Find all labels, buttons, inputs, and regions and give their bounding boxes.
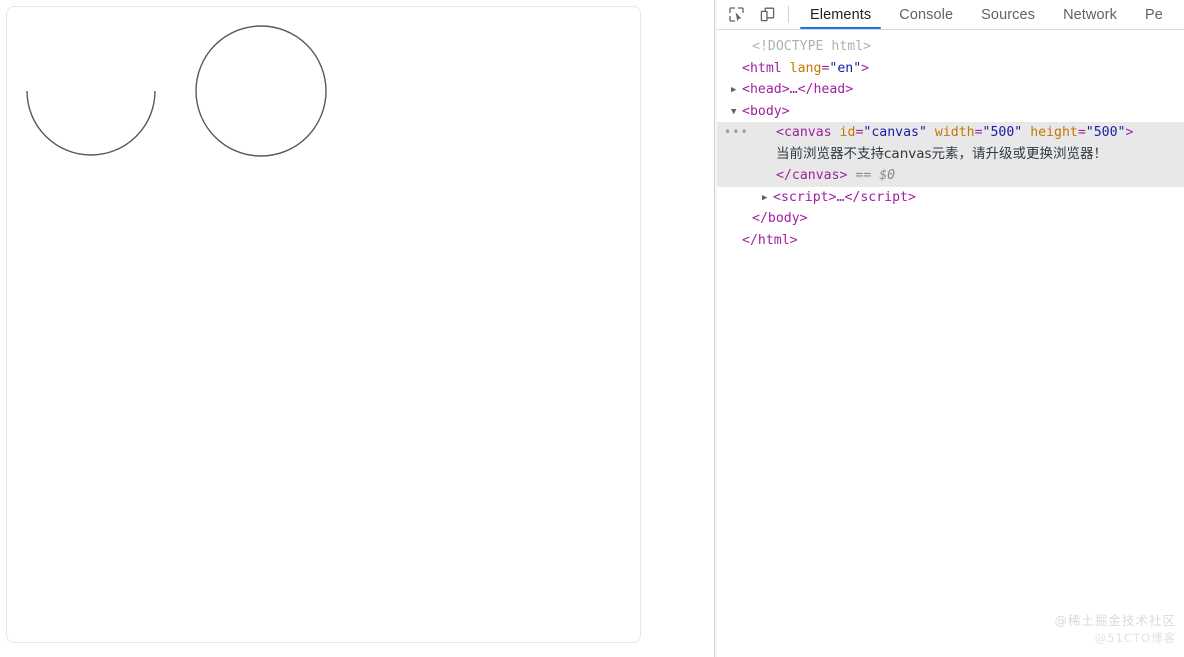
html-open-lt: < — [742, 60, 750, 76]
tab-console-label: Console — [899, 7, 954, 23]
canvas-width-eq: = — [974, 125, 983, 140]
canvas-tag-name: canvas — [783, 125, 832, 140]
canvas-id-attr: id — [839, 125, 856, 140]
tab-sources[interactable]: Sources — [967, 0, 1049, 29]
tab-sources-label: Sources — [981, 7, 1036, 23]
canvas-drawing — [26, 25, 327, 157]
app-root: Elements Console Sources Network Pe ▶<!D… — [0, 0, 1184, 657]
panel-divider[interactable] — [714, 0, 715, 657]
chevron-down-icon[interactable]: ▼ — [731, 102, 742, 124]
dom-line-html-close[interactable]: ▶</html> — [717, 230, 1184, 252]
html-lang-value: "en" — [829, 60, 862, 76]
node-badge-dots[interactable]: ••• — [724, 122, 749, 144]
dom-line-doctype[interactable]: ▶<!DOCTYPE html> — [717, 36, 1184, 58]
full-circle-shape — [195, 25, 327, 157]
page-render-area — [0, 0, 715, 657]
html-tag-name: html — [749, 60, 782, 76]
tab-performance-label: Pe — [1144, 7, 1163, 23]
canvas-width-value: "500" — [982, 125, 1023, 140]
doctype-text: <!DOCTYPE html> — [752, 39, 872, 54]
dom-line-canvas-close[interactable]: ▶</canvas> == $0 — [717, 165, 1184, 187]
semicircle-arc-shape — [26, 90, 156, 156]
html-open-gt: > — [861, 60, 870, 76]
devtools-toolbar: Elements Console Sources Network Pe — [717, 0, 1184, 30]
dom-line-body-open[interactable]: ▼ <body> — [717, 101, 1184, 123]
dom-line-canvas-open[interactable]: ••• ▶<canvas id="canvas" width="500" hei… — [717, 122, 1184, 144]
canvas-element[interactable] — [6, 6, 641, 643]
tab-network-label: Network — [1063, 7, 1117, 23]
watermark-secondary: @51CTO博客 — [1094, 630, 1176, 645]
tab-console[interactable]: Console — [885, 0, 967, 29]
toolbar-separator — [788, 6, 789, 23]
tab-elements[interactable]: Elements — [796, 0, 885, 29]
dom-line-head[interactable]: ▶ <head>…</head> — [717, 79, 1184, 101]
html-lang-attr: lang — [789, 60, 822, 76]
canvas-id-value: "canvas" — [863, 125, 927, 140]
device-toolbar-icon[interactable] — [754, 3, 781, 27]
chevron-right-icon[interactable]: ▶ — [731, 80, 742, 102]
body-open-text: <body> — [742, 103, 790, 119]
dom-line-canvas-text[interactable]: ▶当前浏览器不支持canvas元素，请升级或更换浏览器！ — [717, 143, 1184, 165]
canvas-fallback-text: 当前浏览器不支持canvas元素，请升级或更换浏览器！ — [776, 145, 1108, 162]
tab-elements-label: Elements — [810, 7, 872, 23]
canvas-height-eq: = — [1077, 125, 1086, 140]
script-node-text: <script>…</script> — [773, 189, 916, 205]
canvas-height-value: "500" — [1085, 125, 1126, 140]
canvas-close-text: </canvas> — [776, 168, 848, 183]
canvas-width-attr: width — [934, 125, 975, 140]
dom-line-script[interactable]: ▶▶<script>…</script> — [717, 187, 1184, 209]
inspect-element-icon[interactable] — [723, 3, 750, 27]
devtools-panel: Elements Console Sources Network Pe ▶<!D… — [717, 0, 1184, 657]
head-node-text: <head>…</head> — [742, 82, 854, 97]
tab-performance[interactable]: Pe — [1131, 0, 1177, 29]
chevron-right-icon-script[interactable]: ▶ — [762, 188, 773, 210]
html-close-text: </html> — [742, 232, 798, 248]
canvas-height-attr: height — [1030, 125, 1078, 140]
canvas-open-gt: > — [1125, 125, 1134, 140]
canvas-open-lt: < — [776, 125, 784, 140]
tab-network[interactable]: Network — [1049, 0, 1131, 29]
dom-line-html-open[interactable]: ▶<html lang="en"> — [717, 58, 1184, 80]
body-close-text: </body> — [752, 211, 808, 226]
dom-tree[interactable]: ▶<!DOCTYPE html> ▶<html lang="en"> ▶<hea… — [717, 30, 1184, 657]
selected-node-marker: == $0 — [855, 168, 896, 183]
dom-line-body-close[interactable]: ▶</body> — [717, 208, 1184, 230]
